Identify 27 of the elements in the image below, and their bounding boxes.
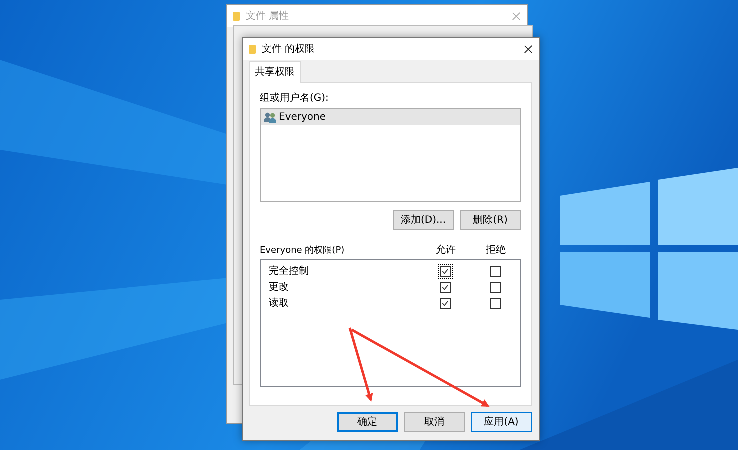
deny-checkbox[interactable] [490, 266, 500, 276]
dialog-button[interactable]: 确定 [337, 412, 398, 432]
permissions-label: Everyone 的权限(P) [260, 244, 346, 256]
action-button[interactable]: 添加(D)... [393, 210, 454, 230]
folder-icon [249, 44, 256, 54]
permission-name: 完全控制 [269, 264, 310, 278]
window-title: 文件 属性 [246, 10, 290, 23]
permission-name: 更改 [269, 281, 290, 294]
user-list[interactable]: Everyone [260, 108, 521, 202]
dialog-button[interactable]: 取消 [404, 412, 465, 432]
tab[interactable]: 共享权限 [249, 61, 301, 83]
column-header: 允许 [435, 244, 457, 257]
action-button[interactable]: 删除(R) [460, 210, 521, 230]
column-header: 拒绝 [485, 244, 507, 257]
permission-name: 读取 [269, 296, 290, 310]
users-icon [264, 112, 277, 122]
allow-checkbox[interactable] [438, 280, 452, 294]
close-icon[interactable] [524, 44, 533, 54]
group-label: 组或用户名(G): [260, 92, 330, 105]
allow-checkbox[interactable] [438, 296, 452, 310]
deny-checkbox[interactable] [490, 298, 500, 308]
allow-checkbox[interactable] [438, 264, 452, 278]
window-title: 文件 的权限 [262, 42, 316, 56]
deny-checkbox[interactable] [490, 282, 500, 292]
user-item[interactable]: Everyone [261, 109, 520, 125]
folder-icon [233, 12, 240, 20]
dialog-button[interactable]: 应用(A) [471, 412, 532, 432]
